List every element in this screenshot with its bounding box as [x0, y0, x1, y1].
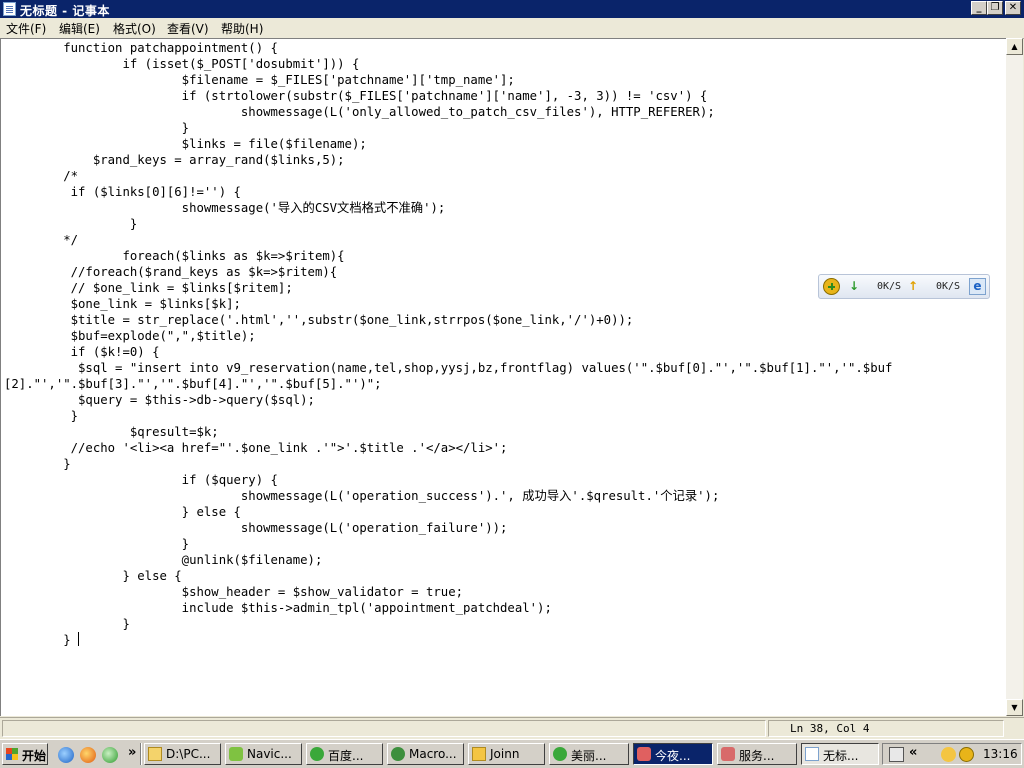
accelerator-plus-icon[interactable] [823, 278, 840, 295]
text-editor[interactable]: function patchappointment() { if (isset(… [0, 38, 1006, 716]
taskbar: 开始 » D:\PC... Navic... 百度... Macro... Jo… [0, 739, 1024, 768]
task-fuwu-chat[interactable]: 服务... [717, 743, 797, 765]
chat-icon [637, 747, 651, 761]
taskbar-separator [140, 743, 142, 765]
windows-logo-icon [6, 748, 18, 760]
maximize-button[interactable]: ❐ [987, 1, 1003, 15]
menu-file[interactable]: 文件(F) [6, 20, 46, 37]
browser-icon[interactable]: e [969, 278, 986, 295]
status-pane-main [2, 720, 766, 737]
tray-collapse-button[interactable]: « [909, 745, 917, 760]
close-button[interactable]: ✕ [1005, 1, 1021, 15]
text-caret [78, 632, 80, 646]
task-joinn[interactable]: Joinn [468, 743, 545, 765]
notepad-icon[interactable] [3, 2, 16, 16]
vertical-scrollbar[interactable]: ▲ ▼ [1006, 38, 1023, 716]
menu-format[interactable]: 格式(O) [113, 20, 156, 37]
scroll-down-button[interactable]: ▼ [1006, 699, 1023, 716]
scroll-up-button[interactable]: ▲ [1006, 38, 1023, 55]
chat-icon [721, 747, 735, 761]
menu-help[interactable]: 帮助(H) [221, 20, 263, 37]
cursor-position: Ln 38, Col 4 [790, 722, 870, 735]
status-bar: Ln 38, Col 4 [0, 717, 1024, 740]
folder-icon [472, 747, 486, 761]
keyboard-icon[interactable] [889, 747, 904, 762]
editor-text: function patchappointment() { if (isset(… [4, 41, 893, 647]
task-navicat[interactable]: Navic... [225, 743, 302, 765]
browser-quicklaunch-icon[interactable] [102, 747, 118, 763]
start-button[interactable]: 开始 [2, 743, 48, 765]
menu-view[interactable]: 查看(V) [167, 20, 209, 37]
down-arrow-icon: ↓ [849, 279, 860, 293]
quicklaunch-more-button[interactable]: » [128, 745, 136, 760]
qq-icon[interactable] [941, 747, 956, 762]
upload-speed: 0K/S [936, 281, 961, 292]
task-baidu-browser[interactable]: 百度... [306, 743, 383, 765]
task-jinye-chat[interactable]: 今夜... [633, 743, 713, 765]
menu-bar: 文件(F) 编辑(E) 格式(O) 查看(V) 帮助(H) [0, 18, 1024, 39]
start-label: 开始 [22, 749, 47, 763]
network-speed-widget[interactable]: ↓ 0K/S ↑ 0K/S e [818, 274, 990, 299]
title-bar[interactable]: 无标题 - 记事本 _ ❐ ✕ [0, 0, 1024, 18]
task-macromedia[interactable]: Macro... [387, 743, 464, 765]
window-title: 无标题 - 记事本 [20, 4, 110, 18]
dreamweaver-icon [391, 747, 405, 761]
task-meili-browser[interactable]: 美丽... [549, 743, 629, 765]
navicat-icon [229, 747, 243, 761]
browser-icon [310, 747, 324, 761]
menu-edit[interactable]: 编辑(E) [59, 20, 100, 37]
accelerator-plus-icon[interactable] [959, 747, 974, 762]
folder-icon [148, 747, 162, 761]
download-speed: 0K/S [877, 281, 902, 292]
minimize-button[interactable]: _ [971, 1, 987, 15]
system-tray: « 13:16 [882, 743, 1022, 765]
task-notepad[interactable]: 无标... [801, 743, 879, 765]
clock[interactable]: 13:16 [983, 747, 1018, 761]
browser-icon [553, 747, 567, 761]
firefox-quicklaunch-icon[interactable] [80, 747, 96, 763]
notepad-icon [805, 747, 819, 761]
up-arrow-icon: ↑ [908, 279, 919, 293]
ie-quicklaunch-icon[interactable] [58, 747, 74, 763]
editor-content[interactable]: function patchappointment() { if (isset(… [4, 40, 892, 648]
task-folder-pc[interactable]: D:\PC... [144, 743, 221, 765]
